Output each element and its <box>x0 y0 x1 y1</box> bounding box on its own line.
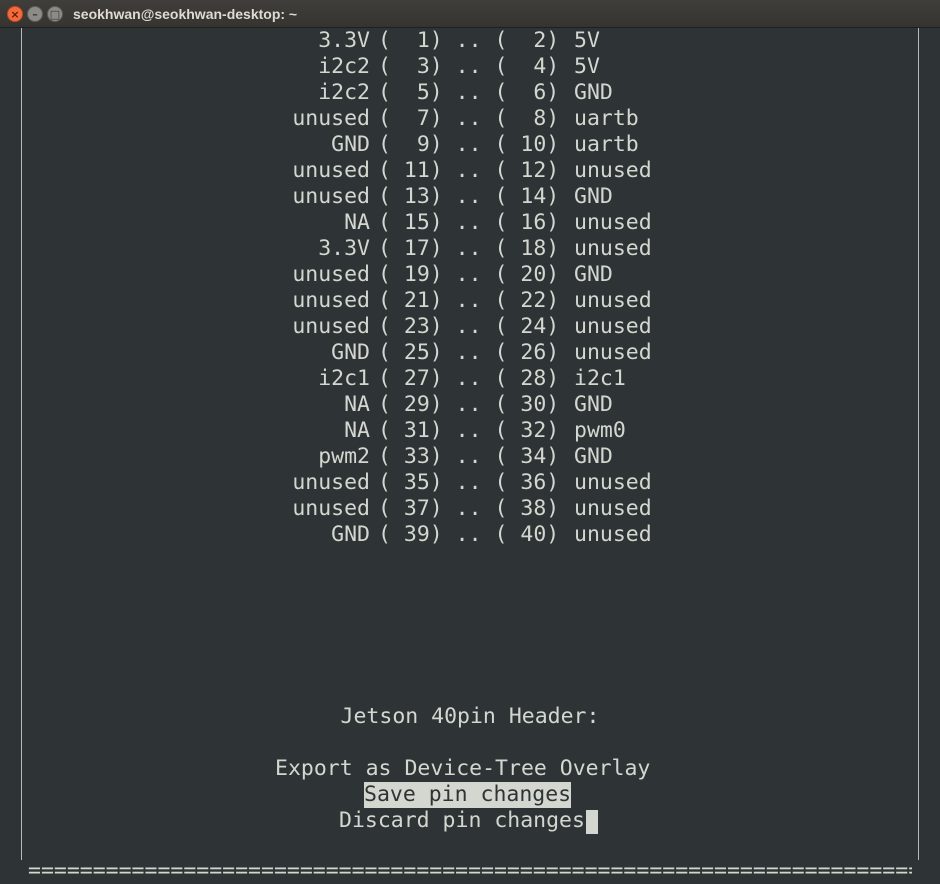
pin-numbers: ( 11) .. ( 12) <box>378 158 560 183</box>
pin-numbers: ( 15) .. ( 16) <box>378 210 560 235</box>
export-overlay-option[interactable]: Export as Device-Tree Overlay <box>275 756 650 782</box>
pin-row: unused ( 21) .. ( 22) unused <box>0 288 940 314</box>
pin-numbers: ( 37) .. ( 38) <box>378 496 560 521</box>
pin-left-label: i2c2 <box>318 54 370 79</box>
pin-row: NA ( 29) .. ( 30) GND <box>0 392 940 418</box>
minimize-icon[interactable]: – <box>27 6 43 22</box>
pin-right-label: GND <box>574 444 613 469</box>
pin-row: i2c2 ( 3) .. ( 4) 5V <box>0 54 940 80</box>
pin-right-label: 5V <box>574 54 600 79</box>
pin-right-label: GND <box>574 392 613 417</box>
pin-row: i2c1 ( 27) .. ( 28) i2c1 <box>0 366 940 392</box>
pin-row: unused ( 19) .. ( 20) GND <box>0 262 940 288</box>
save-pin-changes-option[interactable]: Save pin changes <box>364 782 572 808</box>
pin-left-label: pwm2 <box>318 444 370 469</box>
pin-right-label: unused <box>574 522 652 547</box>
pin-right-label: uartb <box>574 106 639 131</box>
pin-right-label: unused <box>574 496 652 521</box>
maximize-icon[interactable]: □ <box>47 6 63 22</box>
pin-numbers: ( 35) .. ( 36) <box>378 470 560 495</box>
pin-numbers: ( 39) .. ( 40) <box>378 522 560 547</box>
pin-numbers: ( 7) .. ( 8) <box>378 106 560 131</box>
pin-numbers: ( 19) .. ( 20) <box>378 262 560 287</box>
pin-left-label: unused <box>292 496 370 521</box>
menu-title: Jetson 40pin Header: <box>340 704 600 729</box>
pin-right-label: GND <box>574 262 613 287</box>
pin-row: unused ( 13) .. ( 14) GND <box>0 184 940 210</box>
pin-left-label: GND <box>331 522 370 547</box>
pin-left-label: GND <box>331 132 370 157</box>
pin-right-label: unused <box>574 470 652 495</box>
pin-left-label: unused <box>292 262 370 287</box>
pin-right-label: unused <box>574 340 652 365</box>
pin-right-label: unused <box>574 158 652 183</box>
pin-numbers: ( 1) .. ( 2) <box>378 28 560 53</box>
pin-numbers: ( 21) .. ( 22) <box>378 288 560 313</box>
pin-left-label: 3.3V <box>318 28 370 53</box>
pin-left-label: unused <box>292 158 370 183</box>
pin-right-label: unused <box>574 314 652 339</box>
pin-row: GND ( 39) .. ( 40) unused <box>0 522 940 548</box>
title-bar[interactable]: × – □ seokhwan@seokhwan-desktop: ~ <box>0 0 940 28</box>
pin-left-label: i2c2 <box>318 80 370 105</box>
pin-left-label: GND <box>331 340 370 365</box>
pin-row: unused ( 23) .. ( 24) unused <box>0 314 940 340</box>
pin-numbers: ( 29) .. ( 30) <box>378 392 560 417</box>
pin-right-label: GND <box>574 80 613 105</box>
pin-row: unused ( 11) .. ( 12) unused <box>0 158 940 184</box>
window-title: seokhwan@seokhwan-desktop: ~ <box>73 6 298 22</box>
close-icon[interactable]: × <box>7 6 23 22</box>
pin-right-label: pwm0 <box>574 418 626 443</box>
pin-row: GND ( 9) .. ( 10) uartb <box>0 132 940 158</box>
pin-row: pwm2 ( 33) .. ( 34) GND <box>0 444 940 470</box>
pin-numbers: ( 3) .. ( 4) <box>378 54 560 79</box>
pin-left-label: unused <box>292 106 370 131</box>
pin-right-label: GND <box>574 184 613 209</box>
pin-numbers: ( 17) .. ( 18) <box>378 236 560 261</box>
pin-numbers: ( 23) .. ( 24) <box>378 314 560 339</box>
pin-right-label: unused <box>574 210 652 235</box>
pin-numbers: ( 33) .. ( 34) <box>378 444 560 469</box>
pin-left-label: unused <box>292 184 370 209</box>
pin-row: 3.3V ( 17) .. ( 18) unused <box>0 236 940 262</box>
pin-left-label: 3.3V <box>318 236 370 261</box>
pin-row: NA ( 15) .. ( 16) unused <box>0 210 940 236</box>
pin-numbers: ( 25) .. ( 26) <box>378 340 560 365</box>
pin-left-label: unused <box>292 314 370 339</box>
pin-row: unused ( 37) .. ( 38) unused <box>0 496 940 522</box>
pin-right-label: unused <box>574 236 652 261</box>
discard-pin-changes-option[interactable]: Discard pin changes <box>339 808 585 834</box>
pin-row: 3.3V ( 1) .. ( 2) 5V <box>0 28 940 54</box>
pin-right-label: unused <box>574 288 652 313</box>
pin-right-label: uartb <box>574 132 639 157</box>
pin-left-label: unused <box>292 470 370 495</box>
terminal-window: × – □ seokhwan@seokhwan-desktop: ~ 3.3V (… <box>0 0 940 884</box>
pin-row: NA ( 31) .. ( 32) pwm0 <box>0 418 940 444</box>
bottom-border: ========================================… <box>28 858 912 883</box>
pin-left-label: NA <box>344 418 370 443</box>
pin-right-label: i2c1 <box>574 366 626 391</box>
pin-left-label: i2c1 <box>318 366 370 391</box>
pin-left-label: unused <box>292 288 370 313</box>
text-cursor <box>586 810 598 834</box>
pin-numbers: ( 13) .. ( 14) <box>378 184 560 209</box>
pin-row: unused ( 7) .. ( 8) uartb <box>0 106 940 132</box>
pin-row: GND ( 25) .. ( 26) unused <box>0 340 940 366</box>
pin-numbers: ( 9) .. ( 10) <box>378 132 560 157</box>
pin-numbers: ( 5) .. ( 6) <box>378 80 560 105</box>
pin-row: unused ( 35) .. ( 36) unused <box>0 470 940 496</box>
terminal-screen[interactable]: 3.3V( 1) .. ( 2) 5V i2c2( 3) .. ( 4) 5V i2c2… <box>0 28 940 884</box>
pin-left-label: NA <box>344 210 370 235</box>
pin-row: i2c2 ( 5) .. ( 6) GND <box>0 80 940 106</box>
pin-numbers: ( 31) .. ( 32) <box>378 418 560 443</box>
pin-right-label: 5V <box>574 28 600 53</box>
pin-left-label: NA <box>344 392 370 417</box>
pin-numbers: ( 27) .. ( 28) <box>378 366 560 391</box>
